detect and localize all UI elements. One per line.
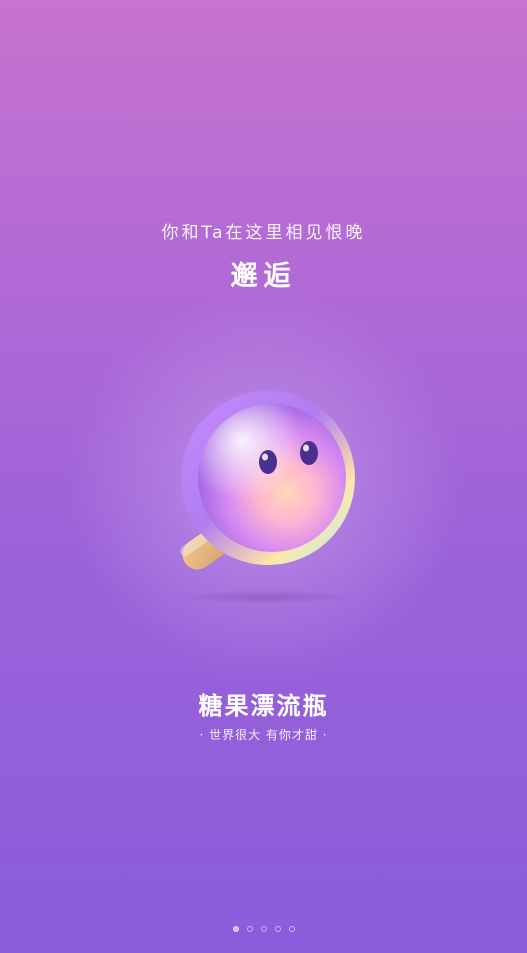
splash-screen: 你和Ta在这里相见恨晚 邂逅 糖果漂流瓶 · 世界很大 有你才甜 · (0, 0, 527, 953)
page-indicator (0, 926, 527, 932)
mascot-shadow (178, 590, 353, 604)
page-dot[interactable] (274, 926, 281, 932)
slogan: · 世界很大 有你才甜 · (199, 728, 328, 742)
tagline: 你和Ta在这里相见恨晚 (161, 223, 366, 243)
candy-lollipop-mascot-icon (180, 391, 355, 570)
page-dot[interactable] (260, 926, 267, 932)
page-dot[interactable] (246, 926, 253, 932)
page-dot[interactable] (288, 926, 295, 932)
page-dot[interactable] (232, 926, 239, 932)
app-name: 糖果漂流瓶 (198, 692, 329, 720)
